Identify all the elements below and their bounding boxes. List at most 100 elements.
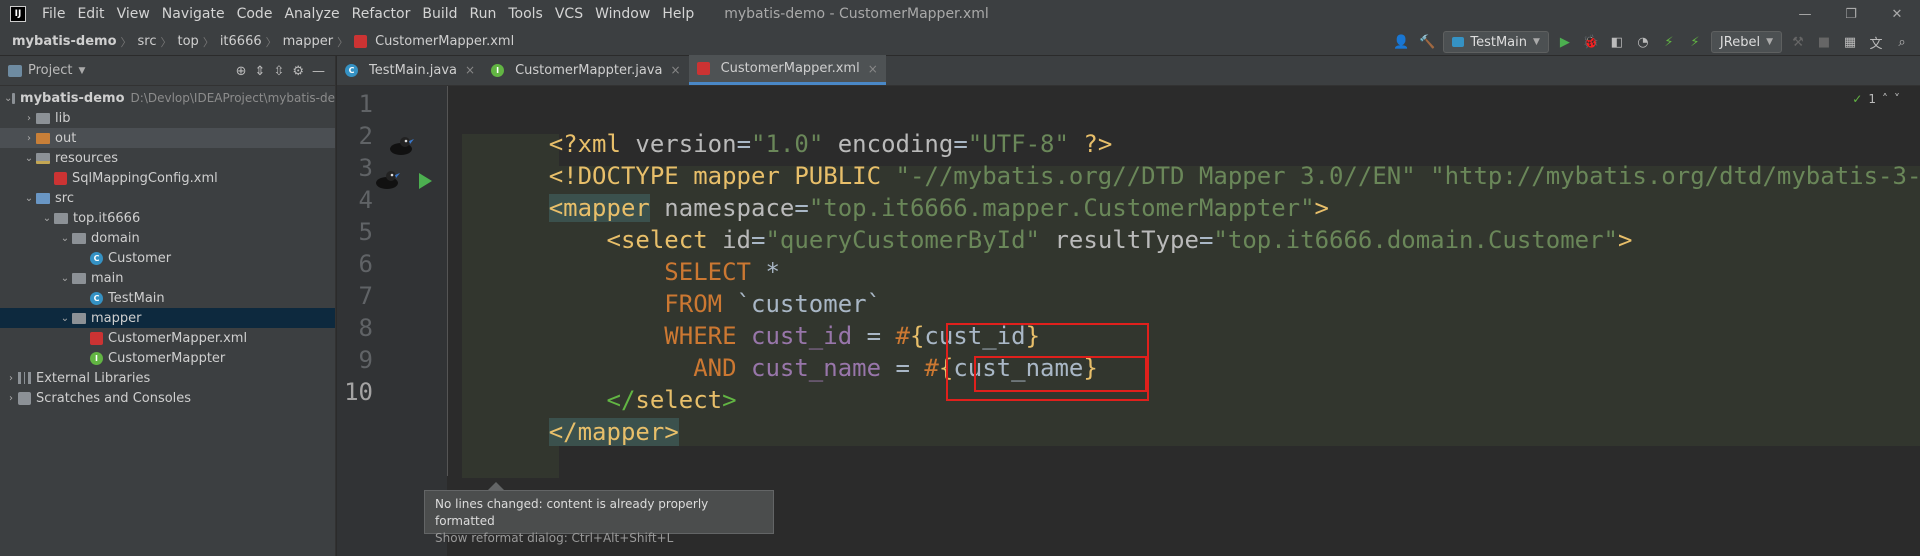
tree-item-label: External Libraries bbox=[36, 370, 151, 386]
mybatis-bird-icon[interactable] bbox=[373, 168, 401, 192]
chevron-up-icon[interactable]: ˄ bbox=[1882, 92, 1888, 106]
inspection-widget[interactable]: ✓ 1 ˄ ˅ bbox=[1852, 92, 1900, 106]
menu-refactor[interactable]: Refactor bbox=[346, 6, 417, 22]
tree-item[interactable]: I CustomerMappter bbox=[0, 348, 335, 368]
menu-vcs[interactable]: VCS bbox=[549, 6, 589, 22]
code-editor[interactable]: 1 2 3 4 5 6 7 8 9 10 <?xml version="1.0" encoding… bbox=[337, 86, 1920, 556]
tree-item[interactable]: ⌄ mapper bbox=[0, 308, 335, 328]
tree-item[interactable]: ⌄ top.it6666 bbox=[0, 208, 335, 228]
chevron-down-icon[interactable]: ⌄ bbox=[58, 273, 72, 284]
menu-view[interactable]: View bbox=[111, 6, 156, 22]
breadcrumb-top[interactable]: top bbox=[172, 34, 203, 49]
chevron-right-icon[interactable]: › bbox=[22, 113, 36, 124]
run-configuration-select[interactable]: TestMain ▼ bbox=[1443, 31, 1549, 53]
tree-item[interactable]: ⌄ mybatis-demo D:\Devlop\IDEAProject\mybat… bbox=[0, 88, 335, 108]
tree-item[interactable]: › out bbox=[0, 128, 335, 148]
close-tab-icon[interactable]: × bbox=[671, 63, 681, 77]
run-statement-icon[interactable] bbox=[419, 173, 432, 189]
user-icon[interactable]: 👤 bbox=[1391, 32, 1411, 52]
tree-item[interactable]: SqlMappingConfig.xml bbox=[0, 168, 335, 188]
close-tab-icon[interactable]: × bbox=[465, 63, 475, 77]
collapse-all-icon[interactable]: ⇳ bbox=[273, 64, 284, 79]
menu-window[interactable]: Window bbox=[589, 6, 656, 22]
chevron-right-icon[interactable]: › bbox=[4, 393, 18, 404]
chevron-right-icon[interactable]: › bbox=[22, 133, 36, 144]
xml-file-icon bbox=[54, 171, 67, 185]
menu-code[interactable]: Code bbox=[231, 6, 279, 22]
gear-icon[interactable]: ⚙ bbox=[292, 64, 304, 79]
code-area[interactable]: <?xml version="1.0" encoding="UTF-8" ?> … bbox=[462, 86, 1920, 556]
tooltip-message: No lines changed: content is already pro… bbox=[435, 497, 709, 528]
chevron-down-icon[interactable]: ▼ bbox=[78, 66, 85, 76]
minimize-button[interactable]: — bbox=[1782, 0, 1828, 28]
menu-analyze[interactable]: Analyze bbox=[278, 6, 345, 22]
gutter-separator bbox=[447, 86, 448, 476]
tree-item[interactable]: ⌄ main bbox=[0, 268, 335, 288]
menu-tools[interactable]: Tools bbox=[502, 6, 549, 22]
editor-tab[interactable]: CustomerMapper.xml × bbox=[688, 55, 886, 85]
tree-item[interactable]: › Scratches and Consoles bbox=[0, 388, 335, 408]
tag-close: > bbox=[722, 386, 737, 414]
tree-item-label: domain bbox=[91, 230, 140, 246]
tree-item[interactable]: CustomerMapper.xml bbox=[0, 328, 335, 348]
close-window-button[interactable]: ✕ bbox=[1874, 0, 1920, 28]
project-panel-title[interactable]: Project bbox=[28, 63, 72, 78]
coverage-icon[interactable]: ◧ bbox=[1607, 32, 1627, 52]
debug-icon[interactable]: 🐞 bbox=[1581, 32, 1601, 52]
tree-item[interactable]: › lib bbox=[0, 108, 335, 128]
tree-item[interactable]: ⌄ resources bbox=[0, 148, 335, 168]
chevron-down-icon[interactable]: ⌄ bbox=[58, 313, 72, 324]
rebel-debug-icon[interactable]: ⚡ bbox=[1685, 32, 1705, 52]
menu-file[interactable]: File bbox=[36, 6, 71, 22]
breadcrumb-file[interactable]: CustomerMapper.xml bbox=[369, 34, 518, 49]
build-hammer-icon[interactable]: 🔨 bbox=[1417, 32, 1437, 52]
chevron-down-icon[interactable]: ⌄ bbox=[58, 233, 72, 244]
chevron-down-icon[interactable]: ⌄ bbox=[4, 93, 12, 104]
mybatis-bird-icon[interactable] bbox=[387, 134, 415, 158]
menu-navigate[interactable]: Navigate bbox=[156, 6, 231, 22]
tree-item[interactable]: › External Libraries bbox=[0, 368, 335, 388]
hide-icon[interactable]: — bbox=[312, 64, 325, 79]
chevron-down-icon[interactable]: ⌄ bbox=[22, 153, 36, 164]
tree-item[interactable]: ⌄ src bbox=[0, 188, 335, 208]
line-number: 10 bbox=[344, 378, 373, 406]
rebel-run-icon[interactable]: ⚡ bbox=[1659, 32, 1679, 52]
close-tab-icon[interactable]: × bbox=[868, 62, 878, 76]
locate-icon[interactable]: ⊕ bbox=[236, 64, 247, 79]
tree-item[interactable]: C TestMain bbox=[0, 288, 335, 308]
expand-all-icon[interactable]: ⇕ bbox=[255, 64, 266, 79]
restore-button[interactable]: ❐ bbox=[1828, 0, 1874, 28]
breadcrumb-project[interactable]: mybatis-demo bbox=[0, 34, 121, 49]
tree-item-label: main bbox=[91, 270, 124, 286]
menu-run[interactable]: Run bbox=[464, 6, 503, 22]
module-icon bbox=[12, 92, 16, 104]
chevron-down-icon[interactable]: ⌄ bbox=[22, 193, 36, 204]
menu-build[interactable]: Build bbox=[416, 6, 463, 22]
stop-icon[interactable]: ■ bbox=[1814, 32, 1834, 52]
project-tool-window: Project ▼ ⊕ ⇕ ⇳ ⚙ — ⌄ mybatis-demo D:\Devl… bbox=[0, 56, 336, 556]
menu-help[interactable]: Help bbox=[656, 6, 700, 22]
breadcrumb-mapper[interactable]: mapper bbox=[277, 34, 337, 49]
folder-icon bbox=[72, 312, 86, 324]
line-number: 2 bbox=[358, 122, 373, 150]
profile-icon[interactable]: ◔ bbox=[1633, 32, 1653, 52]
editor-tab[interactable]: I CustomerMappter.java × bbox=[483, 55, 689, 85]
search-everywhere-icon[interactable]: ⌕ bbox=[1892, 32, 1912, 52]
translate-icon[interactable]: 文 bbox=[1866, 32, 1886, 52]
breadcrumb-it6666[interactable]: it6666 bbox=[214, 34, 266, 49]
chevron-right-icon[interactable]: › bbox=[4, 373, 18, 384]
tooltip-shortcut-hint[interactable]: Show reformat dialog: Ctrl+Alt+Shift+L bbox=[435, 530, 763, 547]
chevron-down-icon[interactable]: ˅ bbox=[1894, 92, 1900, 106]
attach-icon[interactable]: ⚒ bbox=[1788, 32, 1808, 52]
breadcrumb-src[interactable]: src bbox=[132, 34, 161, 49]
breadcrumb-separator: 〉 bbox=[202, 35, 214, 49]
excluded-folder-icon bbox=[36, 132, 50, 144]
menu-edit[interactable]: Edit bbox=[71, 6, 110, 22]
tree-item[interactable]: C Customer bbox=[0, 248, 335, 268]
tree-item[interactable]: ⌄ domain bbox=[0, 228, 335, 248]
chevron-down-icon[interactable]: ⌄ bbox=[40, 213, 54, 224]
run-icon[interactable]: ▶ bbox=[1555, 32, 1575, 52]
editor-tab[interactable]: C TestMain.java × bbox=[337, 55, 483, 85]
jrebel-select[interactable]: JRebel ▼ bbox=[1710, 31, 1782, 53]
project-structure-icon[interactable]: ▦ bbox=[1840, 32, 1860, 52]
